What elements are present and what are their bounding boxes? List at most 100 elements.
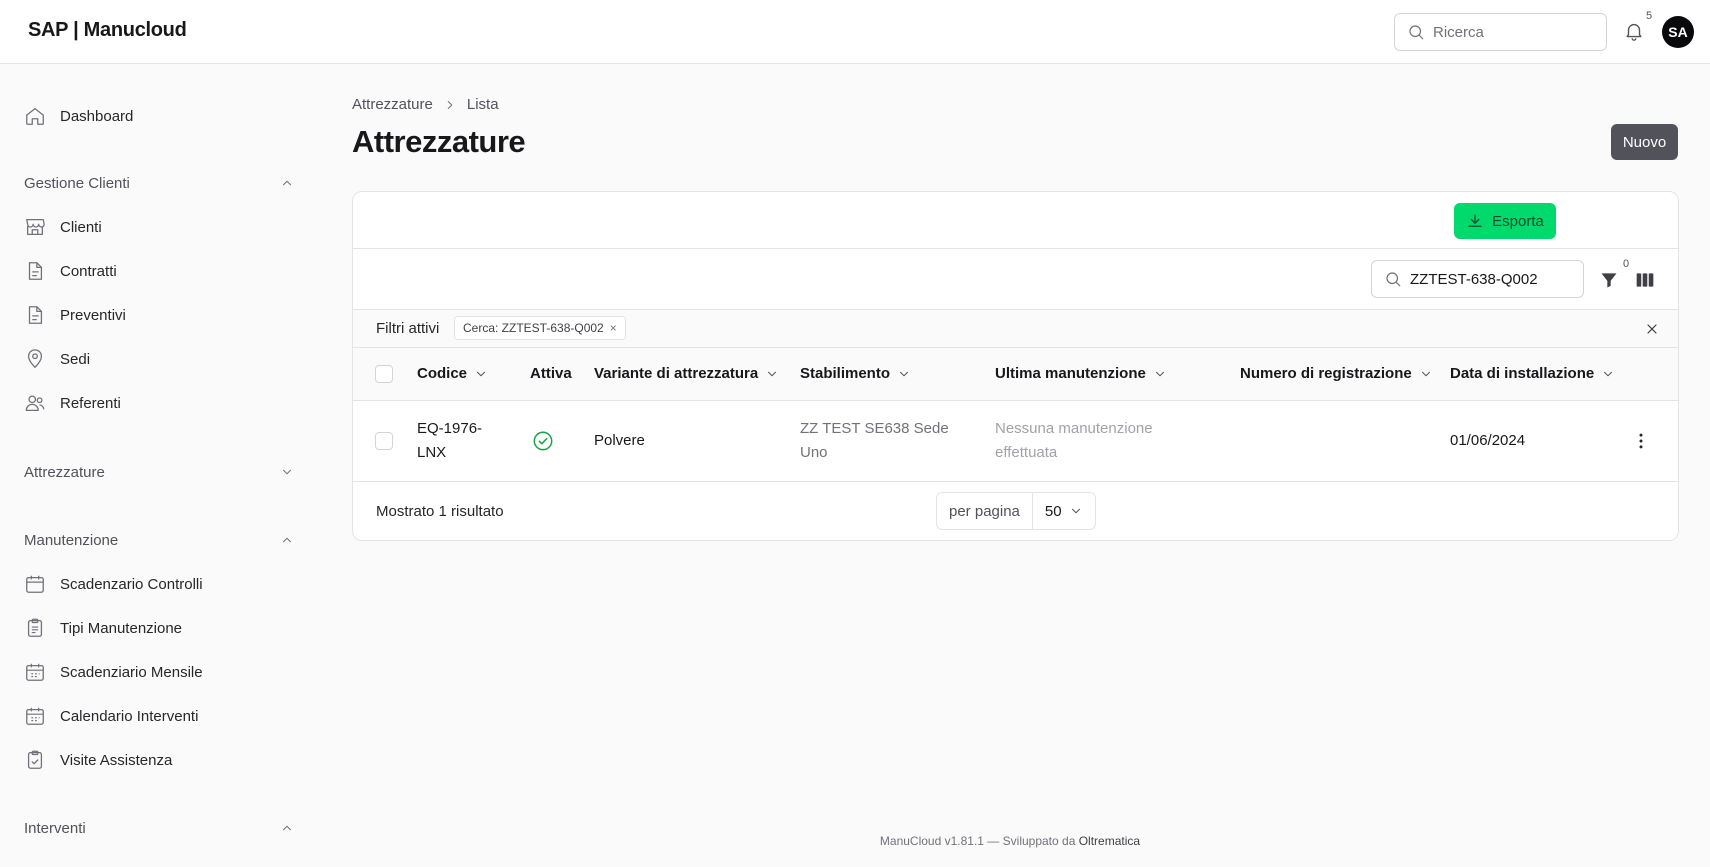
- sidebar-item-clienti[interactable]: Clienti: [24, 213, 102, 241]
- global-search[interactable]: [1394, 13, 1607, 51]
- chevron-right-icon: [443, 98, 457, 112]
- chevron-down-icon: [1419, 367, 1433, 381]
- calendar-icon: [24, 573, 46, 595]
- column-header-attiva: Attiva: [530, 365, 572, 382]
- sidebar-section-manutenzione[interactable]: Manutenzione: [24, 528, 294, 552]
- search-icon: [1407, 23, 1425, 41]
- sidebar-item-sedi[interactable]: Sedi: [24, 345, 90, 373]
- map-pin-icon: [24, 348, 46, 370]
- chevron-up-icon: [280, 176, 294, 190]
- chevron-down-icon: [280, 465, 294, 479]
- per-page-select[interactable]: per pagina 50: [936, 492, 1096, 530]
- table-search-input[interactable]: [1410, 270, 1560, 288]
- notifications-count: 5: [1646, 10, 1653, 22]
- columns-icon[interactable]: [1635, 270, 1655, 290]
- home-icon: [24, 105, 46, 127]
- new-button[interactable]: Nuovo: [1611, 124, 1678, 160]
- column-header-label: Data di installazione: [1450, 365, 1595, 382]
- breadcrumb-item[interactable]: Attrezzature: [352, 96, 433, 113]
- sidebar-item-scadenziario-mensile[interactable]: Scadenziario Mensile: [24, 658, 203, 686]
- store-icon: [24, 216, 46, 238]
- column-header-label: Variante di attrezzatura: [594, 365, 759, 382]
- sidebar-item-label: Tipi Manutenzione: [60, 619, 183, 637]
- more-vertical-icon[interactable]: [1631, 431, 1651, 451]
- developer-link[interactable]: Oltrematica: [1079, 834, 1140, 848]
- column-header-label: Stabilimento: [800, 365, 891, 382]
- sidebar-item-dashboard[interactable]: Dashboard: [24, 102, 133, 130]
- column-header-numero-registrazione[interactable]: Numero di registrazione: [1240, 365, 1433, 382]
- sidebar-item-label: Calendario Interventi: [60, 707, 199, 725]
- sidebar-item-label: Visite Assistenza: [60, 751, 173, 769]
- cell-variante: Polvere: [594, 432, 645, 449]
- sidebar-section-title: Interventi: [24, 819, 86, 837]
- sidebar-item-calendario-interventi[interactable]: Calendario Interventi: [24, 702, 198, 730]
- sidebar-item-contratti[interactable]: Contratti: [24, 257, 117, 285]
- cell-ultima-manutenzione: Nessuna manutenzione effettuata: [995, 417, 1153, 465]
- column-header-label: Attiva: [530, 365, 572, 382]
- chevron-down-icon: [1069, 504, 1083, 518]
- chevron-up-icon: [280, 533, 294, 547]
- results-count: Mostrato 1 risultato: [376, 503, 504, 520]
- table-row[interactable]: EQ-1976- LNX Polvere ZZ TEST SE638 Sede …: [353, 401, 1678, 481]
- table-search[interactable]: [1371, 260, 1584, 298]
- top-bar: SAP | Manucloud 5 SA: [0, 0, 1710, 64]
- global-search-input[interactable]: [1433, 23, 1583, 41]
- sidebar-item-label: Dashboard: [60, 107, 134, 125]
- cell-text: effettuata: [995, 444, 1058, 461]
- divider: [353, 481, 1678, 482]
- active-filters-bar: Filtri attivi Cerca: ZZTEST-638-Q002 ×: [353, 310, 1678, 347]
- row-checkbox[interactable]: [375, 432, 393, 450]
- column-header-codice[interactable]: Codice: [417, 365, 488, 382]
- chip-remove-icon[interactable]: ×: [610, 321, 617, 335]
- user-avatar[interactable]: SA: [1662, 16, 1694, 48]
- search-icon: [1384, 270, 1402, 288]
- sidebar-item-label: Referenti: [60, 394, 121, 412]
- page-footer: ManuCloud v1.81.1 — Sviluppato da Oltrem…: [310, 834, 1710, 848]
- sidebar-item-preventivi[interactable]: Preventivi: [24, 301, 126, 329]
- column-header-ultima-manutenzione[interactable]: Ultima manutenzione: [995, 365, 1167, 382]
- sidebar-item-label: Scadenzario Controlli: [60, 575, 203, 593]
- breadcrumb: Attrezzature Lista: [352, 96, 499, 113]
- sidebar-item-scadenzario-controlli[interactable]: Scadenzario Controlli: [24, 570, 203, 598]
- cell-text: ZZ TEST SE638 Sede: [800, 420, 949, 437]
- sidebar: Dashboard Gestione Clienti Clienti Contr…: [0, 65, 310, 867]
- sidebar-item-visite-assistenza[interactable]: Visite Assistenza: [24, 746, 172, 774]
- export-button[interactable]: Esporta: [1454, 203, 1556, 239]
- column-header-variante[interactable]: Variante di attrezzatura: [594, 365, 779, 382]
- footer-text: ManuCloud v1.81.1 — Sviluppato da: [879, 834, 1076, 848]
- chevron-down-icon: [765, 367, 779, 381]
- filter-chip-label: Cerca: ZZTEST-638-Q002: [463, 321, 604, 335]
- sidebar-item-tipi-manutenzione[interactable]: Tipi Manutenzione: [24, 614, 182, 642]
- cell-data-installazione: 01/06/2024: [1450, 432, 1526, 449]
- select-all-checkbox[interactable]: [375, 365, 393, 383]
- cell-text: Nessuna manutenzione: [995, 420, 1153, 437]
- calendar-icon: [24, 661, 46, 683]
- sidebar-section-gestione-clienti[interactable]: Gestione Clienti: [24, 171, 294, 195]
- filter-icon[interactable]: [1599, 270, 1619, 290]
- cell-codice[interactable]: EQ-1976- LNX: [417, 417, 482, 465]
- calendar-icon: [24, 705, 46, 727]
- check-circle-icon: [533, 431, 553, 451]
- export-button-label: Esporta: [1492, 212, 1544, 230]
- app-brand[interactable]: SAP | Manucloud: [28, 19, 187, 42]
- close-icon[interactable]: [1644, 321, 1660, 337]
- sidebar-section-interventi[interactable]: Interventi: [24, 816, 294, 840]
- column-header-data-installazione[interactable]: Data di installazione: [1450, 365, 1615, 382]
- document-icon: [24, 304, 46, 326]
- active-filters-label: Filtri attivi: [376, 320, 440, 337]
- chevron-down-icon: [474, 367, 488, 381]
- sidebar-item-label: Scadenziario Mensile: [60, 663, 203, 681]
- clipboard-icon: [24, 617, 46, 639]
- chevron-down-icon: [1601, 367, 1615, 381]
- per-page-label: per pagina: [937, 493, 1033, 529]
- column-header-stabilimento[interactable]: Stabilimento: [800, 365, 911, 382]
- page-title: Attrezzature: [352, 124, 526, 159]
- bell-icon[interactable]: [1623, 20, 1645, 42]
- sidebar-section-attrezzature[interactable]: Attrezzature: [24, 460, 294, 484]
- sidebar-item-referenti[interactable]: Referenti: [24, 389, 121, 417]
- per-page-value: 50: [1044, 502, 1062, 520]
- per-page-dropdown[interactable]: 50: [1033, 493, 1095, 529]
- filter-chip[interactable]: Cerca: ZZTEST-638-Q002 ×: [454, 316, 626, 340]
- download-icon: [1468, 214, 1482, 227]
- column-header-label: Numero di registrazione: [1240, 365, 1412, 382]
